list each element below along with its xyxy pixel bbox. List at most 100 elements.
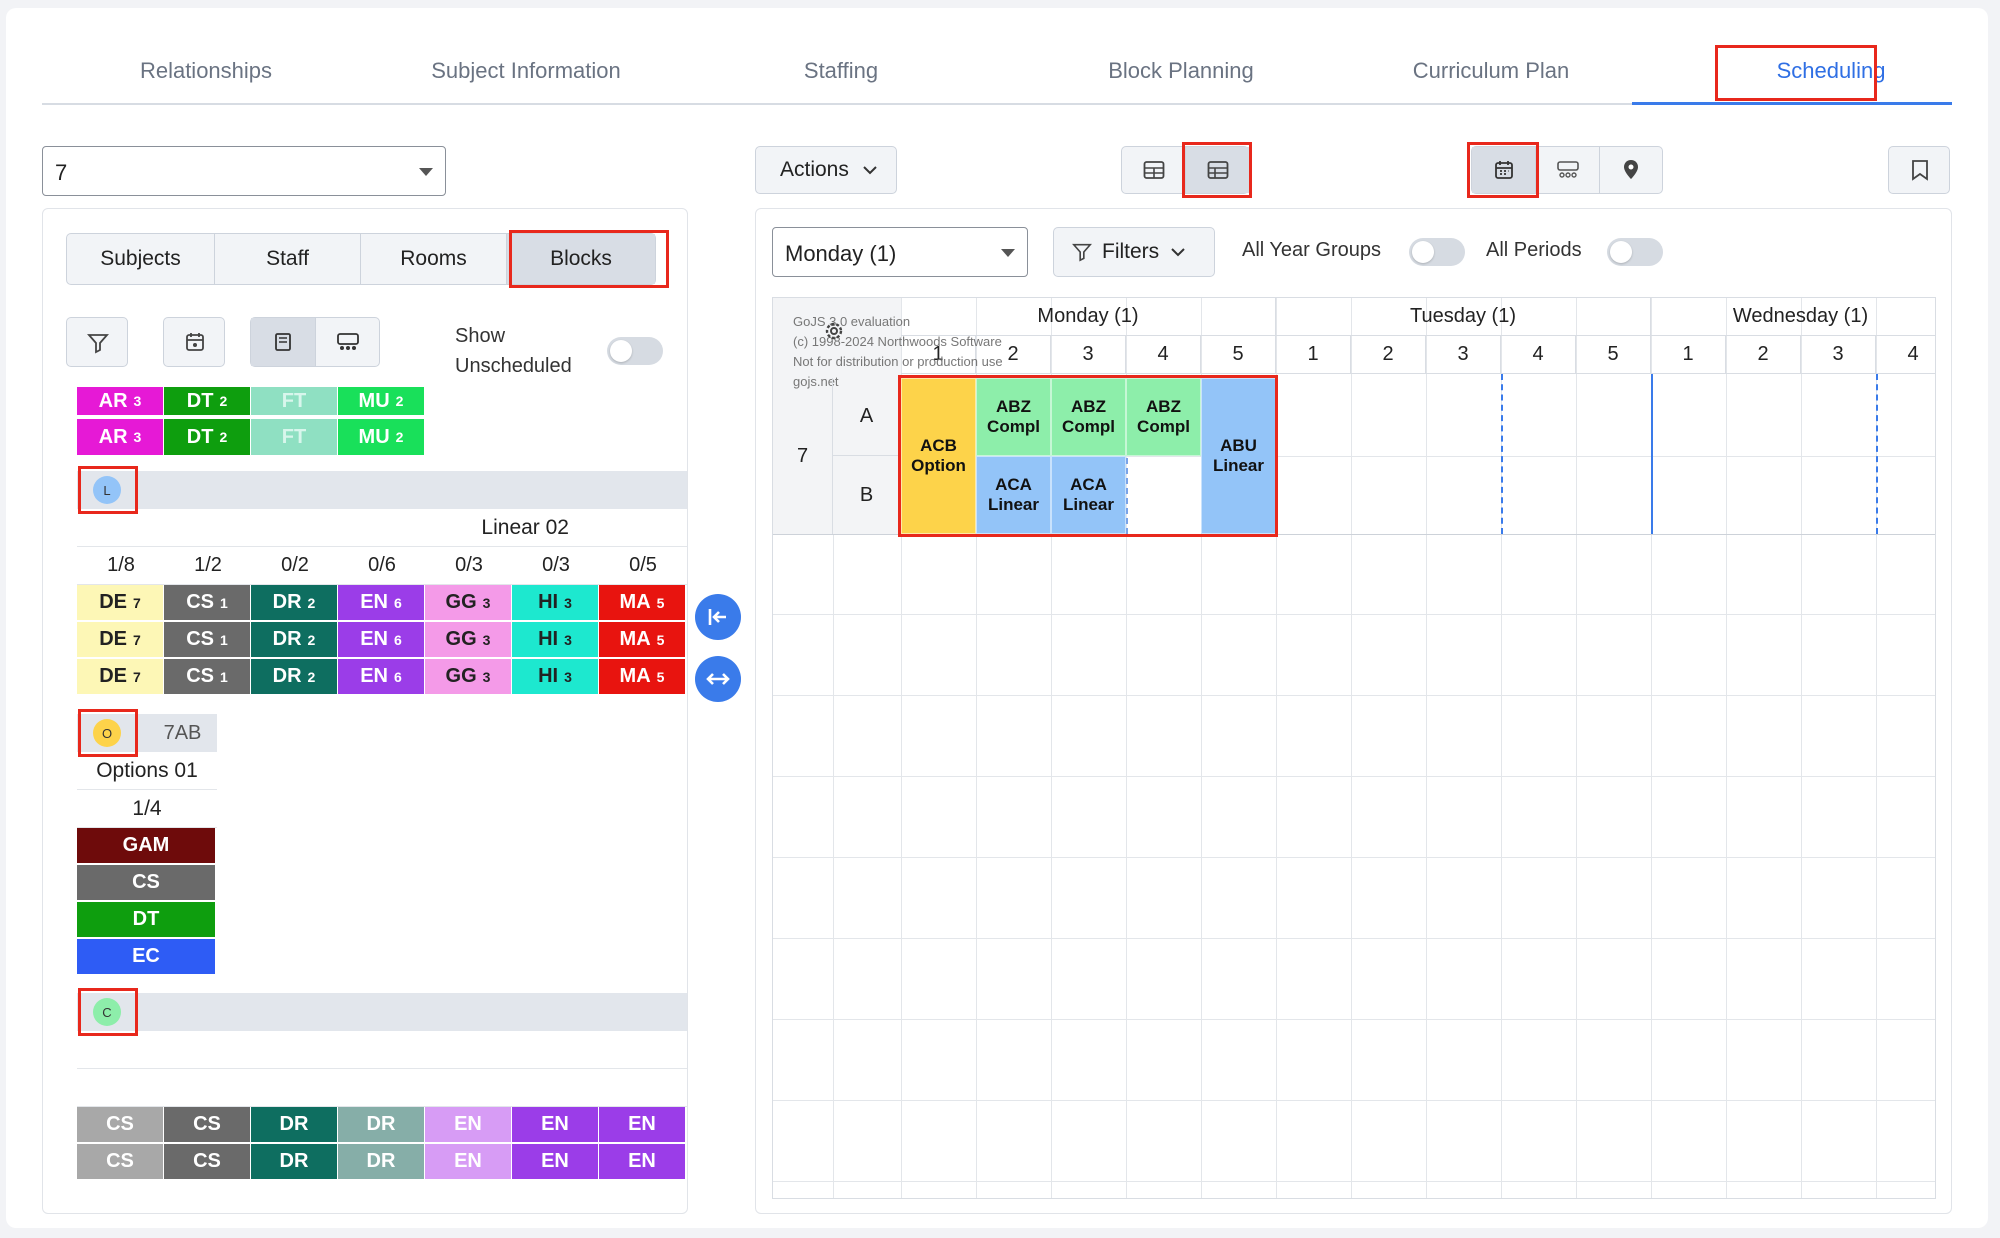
core-subject-cell[interactable]: EN — [512, 1107, 600, 1144]
gear-icon[interactable] — [823, 320, 845, 342]
linear-subject-cell[interactable]: MA 5 — [599, 585, 687, 622]
grid-hline — [773, 1181, 1935, 1182]
swap-button[interactable] — [695, 656, 741, 702]
linear-subject-cell[interactable]: EN 6 — [338, 585, 426, 622]
top-block-cell[interactable]: AR 3 — [77, 419, 165, 457]
actions-label: Actions — [780, 158, 849, 181]
subject-count: 3 — [564, 594, 572, 611]
core-subject-cell[interactable]: EN — [512, 1144, 600, 1181]
bookmark-button[interactable] — [1888, 146, 1950, 194]
option-subject-cell[interactable]: GAM — [77, 828, 217, 865]
option-subject-cell[interactable]: EC — [77, 939, 217, 976]
option-subject-cell[interactable]: CS — [77, 865, 217, 902]
top-block-cell[interactable]: FT — [251, 419, 339, 457]
subtab-rooms[interactable]: Rooms — [361, 234, 507, 284]
linear-subject-cell[interactable]: CS 1 — [164, 585, 252, 622]
top-block-cell[interactable]: MU 2 — [338, 419, 426, 457]
linear-subject-cell[interactable]: MA 5 — [599, 659, 687, 696]
linear-subject-cell[interactable]: GG 3 — [425, 659, 513, 696]
subtab-staff[interactable]: Staff — [215, 234, 361, 284]
linear-subject-cell[interactable]: DE 7 — [77, 659, 165, 696]
linear-ratio: 0/3 — [425, 547, 513, 585]
highlight-core-badge — [78, 988, 138, 1036]
year-select[interactable]: 7 — [42, 146, 446, 196]
calendar-button[interactable] — [163, 317, 225, 367]
grid-vline — [1801, 298, 1802, 1198]
linear-subject-cell[interactable]: DR 2 — [251, 622, 339, 659]
day-select[interactable]: Monday (1) — [772, 227, 1028, 277]
show-unscheduled-toggle[interactable] — [607, 337, 663, 365]
linear-subject-cell[interactable]: HI 3 — [512, 659, 600, 696]
core-subject-cell[interactable]: DR — [338, 1107, 426, 1144]
subject-code: AR — [98, 425, 128, 448]
linear-subject-cell[interactable]: DE 7 — [77, 585, 165, 622]
linear-subject-cell[interactable]: MA 5 — [599, 622, 687, 659]
subject-code: DE — [99, 665, 127, 687]
subject-count: 2 — [219, 429, 228, 445]
classroom-view-button[interactable] — [1536, 147, 1600, 193]
linear-subject-cell[interactable]: DR 2 — [251, 585, 339, 622]
linear-subject-cell[interactable]: HI 3 — [512, 585, 600, 622]
move-to-start-button[interactable] — [695, 594, 741, 640]
tab-subject-information[interactable]: Subject Information — [396, 58, 656, 84]
period-header: 1 — [1651, 336, 1726, 374]
linear-subject-cell[interactable]: EN 6 — [338, 622, 426, 659]
subject-code: EN — [360, 591, 388, 613]
linear-ratio: 0/5 — [599, 547, 687, 585]
core-subject-cell[interactable]: DR — [338, 1144, 426, 1181]
linear-subject-cell[interactable]: GG 3 — [425, 622, 513, 659]
active-tab-indicator — [1632, 102, 1952, 105]
location-view-button[interactable] — [1600, 147, 1663, 193]
subtab-subjects[interactable]: Subjects — [67, 234, 215, 284]
subject-count: 2 — [219, 393, 228, 409]
core-subject-cell[interactable]: EN — [599, 1144, 687, 1181]
core-subject-cell[interactable]: DR — [251, 1107, 339, 1144]
list-view-button[interactable] — [251, 318, 316, 366]
subject-code: MA — [619, 591, 651, 613]
linear-subject-cell[interactable]: HI 3 — [512, 622, 600, 659]
table-view-button[interactable] — [1122, 147, 1186, 193]
linear-subject-cell[interactable]: DE 7 — [77, 622, 165, 659]
actions-button[interactable]: Actions — [755, 146, 897, 194]
top-block-cell[interactable]: AR 3 — [77, 387, 165, 417]
linear-subject-cell[interactable]: CS 1 — [164, 659, 252, 696]
group-view-button[interactable] — [316, 318, 380, 366]
top-block-cell[interactable]: DT 2 — [164, 387, 252, 417]
top-block-cell[interactable]: FT — [251, 387, 339, 417]
period-header: 4 — [1876, 336, 1935, 374]
core-subject-cell[interactable]: CS — [164, 1144, 252, 1181]
subject-count: 6 — [394, 631, 402, 648]
all-periods-toggle[interactable] — [1607, 238, 1663, 266]
linear-subject-cell[interactable]: CS 1 — [164, 622, 252, 659]
tab-staffing[interactable]: Staffing — [746, 58, 936, 84]
tab-block-planning[interactable]: Block Planning — [1056, 58, 1306, 84]
core-subject-cell[interactable]: CS — [77, 1144, 165, 1181]
core-subject-cell[interactable]: CS — [77, 1107, 165, 1144]
filters-label: Filters — [1102, 240, 1160, 263]
linear-subject-cell[interactable]: GG 3 — [425, 585, 513, 622]
filters-button[interactable]: Filters — [1053, 227, 1215, 277]
tab-relationships[interactable]: Relationships — [101, 58, 311, 84]
linear-subject-cell[interactable]: EN 6 — [338, 659, 426, 696]
core-subject-cell[interactable]: EN — [425, 1144, 513, 1181]
subject-code: FT — [281, 425, 307, 448]
filter-button[interactable] — [66, 317, 128, 367]
core-subject-cell[interactable]: EN — [425, 1107, 513, 1144]
all-year-groups-toggle[interactable] — [1409, 238, 1465, 266]
all-year-groups-label: All Year Groups — [1242, 239, 1381, 261]
top-block-cell[interactable]: DT 2 — [164, 419, 252, 457]
top-block-cell[interactable]: MU 2 — [338, 387, 426, 417]
option-subject-cell[interactable]: DT — [77, 902, 217, 939]
subject-code: DR — [272, 665, 302, 687]
book-icon — [275, 333, 291, 351]
core-subject-cell[interactable]: DR — [251, 1144, 339, 1181]
subject-count: 2 — [307, 631, 316, 648]
subject-code: CS — [186, 665, 214, 687]
tab-curriculum-plan[interactable]: Curriculum Plan — [1376, 58, 1606, 84]
options-group-label: 7AB — [163, 721, 202, 744]
linear-subject-cell[interactable]: DR 2 — [251, 659, 339, 696]
schedule-panel: Monday (1) Filters All Year Groups All P… — [755, 208, 1952, 1214]
chevron-down-icon — [1001, 249, 1015, 257]
core-subject-cell[interactable]: CS — [164, 1107, 252, 1144]
core-subject-cell[interactable]: EN — [599, 1107, 687, 1144]
